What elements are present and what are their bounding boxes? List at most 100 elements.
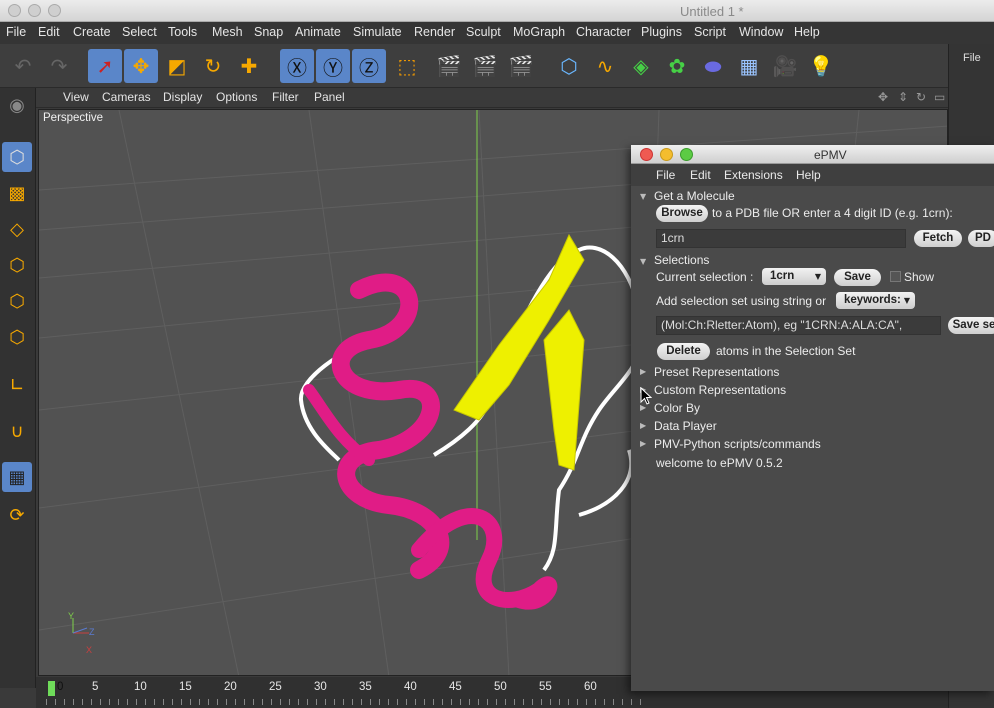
menu-plugins[interactable]: Plugins	[641, 25, 682, 39]
current-selection-dropdown[interactable]: 1crn ▼	[762, 268, 826, 285]
floor-environment-icon[interactable]: ▦	[732, 49, 766, 83]
delete-button[interactable]: Delete	[657, 343, 710, 360]
viewport-menu-options[interactable]: Options	[216, 90, 257, 104]
z-axis-lock-icon[interactable]: Ⓩ	[352, 49, 386, 83]
selections-header[interactable]: Selections	[654, 253, 709, 267]
epmv-close-button[interactable]	[640, 148, 653, 161]
undo-icon[interactable]: ↶	[6, 49, 40, 83]
viewport-zoom-icon[interactable]: ⇕	[898, 90, 908, 104]
menu-tools[interactable]: Tools	[168, 25, 197, 39]
viewport-menu-panel[interactable]: Panel	[314, 90, 345, 104]
menu-script[interactable]: Script	[694, 25, 726, 39]
deformer-icon[interactable]: ⬬	[696, 49, 730, 83]
viewport-menu-cameras[interactable]: Cameras	[102, 90, 151, 104]
menu-animate[interactable]: Animate	[295, 25, 341, 39]
pdb-button[interactable]: PD	[968, 230, 994, 247]
save-set-button[interactable]: Save se	[948, 317, 994, 334]
minimize-window-button[interactable]	[28, 4, 41, 17]
viewport-menu-view[interactable]: View	[63, 90, 89, 104]
menu-character[interactable]: Character	[576, 25, 631, 39]
coordinate-system-icon[interactable]: ⬚	[390, 49, 424, 83]
timeline-tick: 60	[584, 681, 597, 693]
get-molecule-header[interactable]: Get a Molecule	[654, 189, 735, 203]
browse-button[interactable]: Browse	[656, 205, 708, 222]
workplane-lock-icon[interactable]: ▦	[2, 462, 32, 492]
menu-simulate[interactable]: Simulate	[353, 25, 402, 39]
expand-triangle-icon[interactable]: ▶	[640, 367, 646, 376]
redo-icon[interactable]: ↷	[42, 49, 76, 83]
rotate-icon[interactable]: ↻	[196, 49, 230, 83]
expand-triangle-icon[interactable]: ▶	[640, 439, 646, 448]
keywords-dropdown[interactable]: keywords: ▼	[836, 292, 915, 309]
expand-triangle-icon[interactable]: ▶	[640, 421, 646, 430]
viewport-rotate-icon[interactable]: ↻	[916, 90, 926, 104]
workplane-mode-icon[interactable]: ◇	[2, 214, 32, 244]
viewport-camera-label: Perspective	[43, 112, 104, 124]
collapse-triangle-icon[interactable]: ▼	[640, 192, 646, 201]
light-icon[interactable]: 💡	[804, 49, 838, 83]
menu-render[interactable]: Render	[414, 25, 455, 39]
menu-window[interactable]: Window	[739, 25, 783, 39]
menu-sculpt[interactable]: Sculpt	[466, 25, 501, 39]
move-icon[interactable]: ✥	[124, 49, 158, 83]
window-title: Untitled 1 *	[680, 4, 744, 19]
gizmo-x-label: X	[86, 645, 93, 655]
edges-mode-icon[interactable]: ⬡	[2, 286, 32, 316]
sculpt-mode-icon[interactable]: ◉	[2, 90, 32, 120]
render-picture-viewer-icon[interactable]: 🎬	[468, 49, 502, 83]
data-player-header[interactable]: Data Player	[654, 419, 717, 433]
menu-help[interactable]: Help	[794, 25, 820, 39]
epmv-menu-file[interactable]: File	[656, 168, 675, 182]
texture-mode-icon[interactable]: ▩	[2, 178, 32, 208]
show-checkbox[interactable]	[890, 271, 901, 282]
axis-mode-icon[interactable]: ∟	[2, 370, 32, 400]
live-selection-icon[interactable]: ➚	[88, 49, 122, 83]
model-mode-icon[interactable]: ⬡	[2, 142, 32, 172]
timeline-playhead[interactable]	[48, 681, 55, 696]
alpha-helix-3	[303, 384, 375, 466]
mograph-cloner-icon[interactable]: ✿	[660, 49, 694, 83]
polygons-mode-icon[interactable]: ⬡	[2, 322, 32, 352]
menu-snap[interactable]: Snap	[254, 25, 283, 39]
menu-select[interactable]: Select	[122, 25, 157, 39]
menu-mesh[interactable]: Mesh	[212, 25, 243, 39]
color-by-header[interactable]: Color By	[654, 401, 700, 415]
add-object-icon[interactable]: ✚	[232, 49, 266, 83]
viewport-menu-filter[interactable]: Filter	[272, 90, 299, 104]
points-mode-icon[interactable]: ⬡	[2, 250, 32, 280]
menu-edit[interactable]: Edit	[38, 25, 60, 39]
preset-representations-header[interactable]: Preset Representations	[654, 365, 779, 379]
solo-mode-icon[interactable]: ⟳	[2, 500, 32, 530]
zoom-window-button[interactable]	[48, 4, 61, 17]
close-window-button[interactable]	[8, 4, 21, 17]
menu-file[interactable]: File	[6, 25, 26, 39]
object-manager-file-menu[interactable]: File	[963, 52, 981, 64]
epmv-minimize-button[interactable]	[660, 148, 673, 161]
x-axis-lock-icon[interactable]: Ⓧ	[280, 49, 314, 83]
menu-create[interactable]: Create	[73, 25, 111, 39]
epmv-menu-extensions[interactable]: Extensions	[724, 168, 783, 182]
spline-icon[interactable]: ∿	[588, 49, 622, 83]
render-settings-icon[interactable]: 🎬	[504, 49, 538, 83]
render-view-icon[interactable]: 🎬	[432, 49, 466, 83]
collapse-triangle-icon[interactable]: ▼	[640, 257, 646, 266]
epmv-menu-edit[interactable]: Edit	[690, 168, 711, 182]
y-axis-lock-icon[interactable]: Ⓨ	[316, 49, 350, 83]
viewport-pan-icon[interactable]: ✥	[878, 90, 888, 104]
fetch-button[interactable]: Fetch	[914, 230, 962, 247]
pmv-python-header[interactable]: PMV-Python scripts/commands	[654, 437, 821, 451]
scale-icon[interactable]: ◩	[160, 49, 194, 83]
cube-primitive-icon[interactable]: ⬡	[552, 49, 586, 83]
epmv-menu-help[interactable]: Help	[796, 168, 821, 182]
menu-mograph[interactable]: MoGraph	[513, 25, 565, 39]
epmv-zoom-button[interactable]	[680, 148, 693, 161]
selection-string-input[interactable]: (Mol:Ch:Rletter:Atom), eg "1CRN:A:ALA:CA…	[656, 316, 941, 335]
pdb-id-input[interactable]: 1crn	[656, 229, 906, 248]
nurbs-icon[interactable]: ◈	[624, 49, 658, 83]
camera-icon[interactable]: 🎥	[768, 49, 802, 83]
viewport-toggle-icon[interactable]: ▭	[934, 90, 945, 104]
custom-representations-header[interactable]: Custom Representations	[654, 383, 786, 397]
viewport-menu-display[interactable]: Display	[163, 90, 202, 104]
snapping-magnet-icon[interactable]: ∪	[2, 416, 32, 446]
save-selection-button[interactable]: Save	[834, 269, 881, 286]
